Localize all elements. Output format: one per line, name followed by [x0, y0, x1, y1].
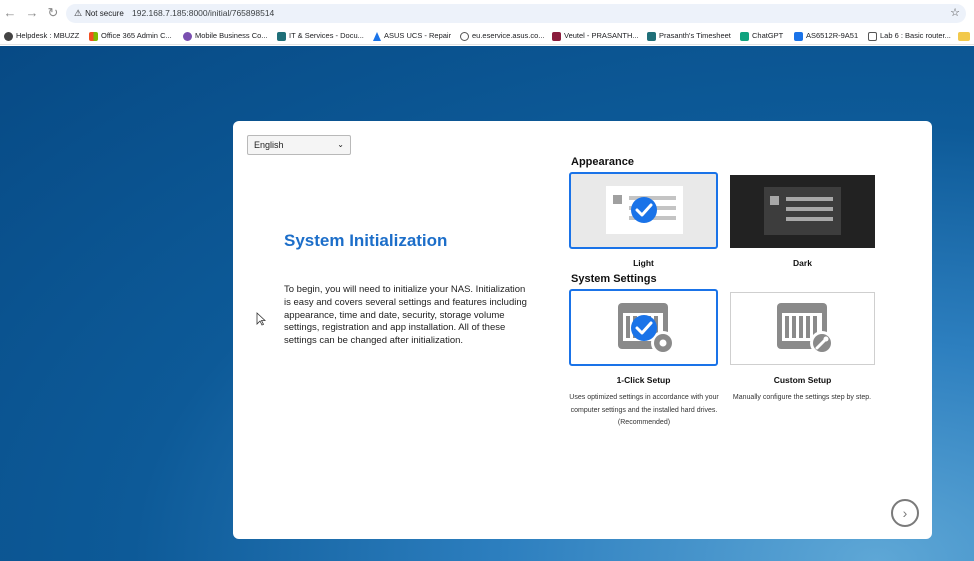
language-selected: English [254, 140, 284, 150]
custom-setup-description: Manually configure the settings step by … [732, 394, 872, 401]
bookmark-favicon-icon [277, 31, 286, 41]
dark-caption: Dark [793, 258, 812, 268]
light-caption: Light [633, 258, 654, 268]
one-click-setup-option[interactable] [569, 289, 718, 366]
nas-auto-setup-icon [618, 303, 675, 355]
intro-text: To begin, you will need to initialize yo… [284, 284, 527, 347]
dark-theme-preview-icon [764, 187, 841, 235]
bookmark-item[interactable]: eu.eservice.asus.co... [460, 29, 545, 43]
light-theme-preview-icon [606, 186, 683, 234]
one-click-setup-description: Uses optimized settings in accordance wi… [569, 394, 719, 426]
initialization-card: English ⌄ System Initialization To begin… [233, 121, 932, 539]
bookmark-item[interactable]: ChatGPT [740, 29, 783, 43]
bookmarks-bar: Helpdesk : MBUZZ Office 365 Admin C... M… [0, 27, 974, 45]
back-icon[interactable]: ← [2, 5, 18, 21]
warning-icon: ⚠ [74, 8, 83, 18]
bookmark-item[interactable]: AS6512R-9A51 [794, 29, 858, 43]
bookmark-favicon-icon [183, 31, 192, 41]
appearance-dark-option[interactable] [730, 175, 875, 248]
appearance-light-option[interactable] [569, 172, 718, 249]
custom-setup-option[interactable] [730, 292, 875, 365]
bookmark-favicon-icon [647, 31, 656, 41]
custom-setup-caption: Custom Setup [773, 375, 832, 385]
next-button[interactable]: › [891, 499, 919, 527]
bookmark-favicon-icon [373, 31, 381, 41]
bookmark-item[interactable]: Prasanth's Timesheet [647, 29, 731, 43]
mouse-cursor-icon [256, 312, 266, 326]
security-chip[interactable]: ⚠ Not secure [74, 6, 124, 21]
address-bar[interactable]: ⚠ Not secure 192.168.7.185:8000/initial/… [66, 4, 966, 23]
bookmark-item[interactable]: Veutel - PRASANTH... [552, 29, 639, 43]
url-text[interactable]: 192.168.7.185:8000/initial/765898514 [132, 6, 274, 21]
system-settings-label: System Settings [571, 273, 657, 285]
bookmark-star-icon[interactable]: ☆ [950, 5, 960, 22]
bookmark-item[interactable]: Mobile Business Co... [183, 29, 268, 43]
bookmark-item[interactable]: IT & Services - Docu... [277, 29, 364, 43]
page-title: System Initialization [284, 231, 448, 250]
forward-icon[interactable]: → [24, 5, 40, 21]
bookmark-folder-icon[interactable] [958, 29, 970, 43]
browser-toolbar: ← → ↻ ⚠ Not secure 192.168.7.185:8000/in… [0, 0, 974, 27]
reload-icon[interactable]: ↻ [45, 5, 61, 21]
bookmark-favicon-icon [868, 31, 877, 41]
bookmark-item[interactable]: Helpdesk : MBUZZ [4, 29, 79, 43]
bookmark-favicon-icon [552, 31, 561, 41]
appearance-label: Appearance [571, 156, 634, 168]
chevron-down-icon: ⌄ [337, 140, 344, 149]
bookmark-favicon-icon [89, 31, 98, 41]
bookmark-favicon-icon [794, 31, 803, 41]
bookmark-favicon-icon [4, 31, 13, 41]
bookmark-favicon-icon [460, 31, 469, 41]
one-click-setup-caption: 1-Click Setup [616, 375, 671, 385]
bookmark-item[interactable]: ASUS UCS - Repair [373, 29, 451, 43]
bookmark-item[interactable]: Office 365 Admin C... [89, 29, 172, 43]
security-label: Not secure [85, 9, 124, 18]
nas-custom-setup-icon [777, 303, 834, 355]
bookmark-favicon-icon [740, 31, 749, 41]
language-select[interactable]: English ⌄ [247, 135, 351, 155]
bookmark-item[interactable]: Lab 6 : Basic router... [868, 29, 951, 43]
